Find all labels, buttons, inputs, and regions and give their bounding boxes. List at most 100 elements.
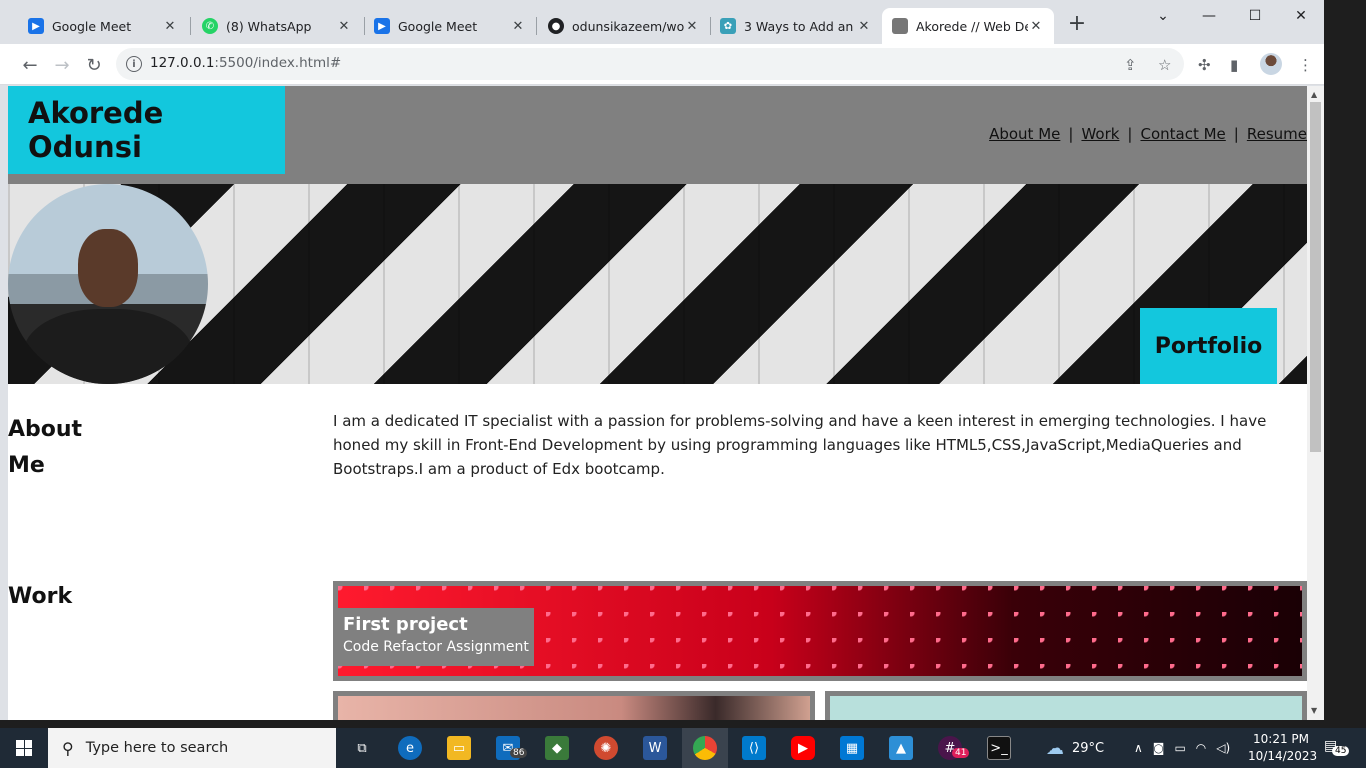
volume-icon[interactable]: ◁) <box>1216 741 1230 755</box>
project-subtitle: Code Refactor Assignment <box>343 639 529 655</box>
minimize-icon[interactable]: — <box>1186 4 1232 28</box>
tab-title: 3 Ways to Add an Ir <box>744 18 856 34</box>
nav-separator: | <box>1233 125 1239 143</box>
google-meet-icon: ▶ <box>374 18 390 34</box>
url-text[interactable]: 127.0.0.1:5500/index.html# <box>150 55 341 71</box>
weather-widget[interactable]: ☁ 29°C <box>1046 728 1104 768</box>
close-tab-icon[interactable]: ✕ <box>336 18 352 34</box>
side-panel-icon[interactable]: ▮ <box>1230 56 1238 74</box>
portfolio-badge: Portfolio <box>1140 308 1277 384</box>
url-host: 127.0.0.1 <box>150 55 215 71</box>
system-tray: ∧ ◙ ▭ ◠ ◁) <box>1134 728 1230 768</box>
url-path: :5500/index.html# <box>214 55 342 71</box>
nav-about-me[interactable]: About Me <box>989 125 1060 143</box>
reload-icon[interactable]: ↻ <box>81 52 107 78</box>
tab-title: odunsikazeem/work <box>572 18 684 34</box>
store-icon[interactable]: ▦ <box>840 736 864 760</box>
project-card-third[interactable] <box>825 691 1307 720</box>
project-card-first[interactable]: First project Code Refactor Assignment <box>333 581 1307 681</box>
chrome-icon[interactable] <box>693 736 717 760</box>
nav-contact-me[interactable]: Contact Me <box>1140 125 1225 143</box>
nav-separator: | <box>1068 125 1074 143</box>
menu-kebab-icon[interactable]: ⋮ <box>1298 56 1313 74</box>
meet-now-icon[interactable]: ◙ <box>1153 741 1165 755</box>
edge-icon[interactable]: e <box>398 736 422 760</box>
scroll-up-icon[interactable]: ▲ <box>1311 90 1317 99</box>
forward-arrow-icon[interactable]: → <box>49 52 75 78</box>
portrait-head <box>78 229 138 307</box>
close-tab-icon[interactable]: ✕ <box>856 18 872 34</box>
close-tab-icon[interactable]: ✕ <box>1028 18 1044 34</box>
file-explorer-icon[interactable]: ▭ <box>447 736 471 760</box>
photos-icon[interactable]: ▲ <box>889 736 913 760</box>
windows-taskbar: ⚲ Type here to search ⧉ e ▭ ✉ 86 ◆ ✺ W ⟨⟩… <box>0 728 1366 768</box>
tab-github[interactable]: ● odunsikazeem/work ✕ <box>538 8 710 44</box>
project-card-second[interactable] <box>333 691 815 720</box>
scroll-thumb[interactable] <box>1310 102 1321 452</box>
vscode-icon[interactable]: ⟨⟩ <box>742 736 766 760</box>
tab-separator <box>536 17 537 35</box>
start-button[interactable] <box>0 728 48 768</box>
browser-window: ▶ Google Meet ✕ ✆ (8) WhatsApp ✕ ▶ Googl… <box>0 0 1324 720</box>
tab-portfolio-active[interactable]: Akorede // Web De ✕ <box>882 8 1054 44</box>
work-heading: Work <box>8 584 73 609</box>
close-window-icon[interactable]: ✕ <box>1278 4 1324 28</box>
tab-title: (8) WhatsApp <box>226 18 312 34</box>
maximize-icon[interactable]: ☐ <box>1232 4 1278 28</box>
close-tab-icon[interactable]: ✕ <box>684 18 700 34</box>
tab-strip: ▶ Google Meet ✕ ✆ (8) WhatsApp ✕ ▶ Googl… <box>0 0 1324 44</box>
close-tab-icon[interactable]: ✕ <box>510 18 526 34</box>
about-text: I am a dedicated IT specialist with a pa… <box>333 412 1267 478</box>
taskbar-search[interactable]: ⚲ Type here to search <box>48 728 336 768</box>
task-view-icon[interactable]: ⧉ <box>350 736 374 760</box>
tray-chevron-icon[interactable]: ∧ <box>1134 741 1143 755</box>
bookmark-star-icon[interactable]: ☆ <box>1158 56 1171 74</box>
tab-title: Google Meet <box>398 18 478 34</box>
profile-avatar[interactable] <box>1260 53 1282 75</box>
share-icon[interactable]: ⇪ <box>1124 56 1137 74</box>
back-arrow-icon[interactable]: ← <box>17 52 43 78</box>
tab-search-icon[interactable]: ⌄ <box>1140 4 1186 28</box>
tab-whatsapp[interactable]: ✆ (8) WhatsApp ✕ <box>192 8 362 44</box>
project-title: First project <box>343 614 468 635</box>
site-info-icon[interactable]: i <box>126 56 142 72</box>
whatsapp-icon: ✆ <box>202 18 218 34</box>
browser-toolbar: ← → ↻ i 127.0.0.1:5500/index.html# ⇪ ☆ ✣… <box>0 44 1324 85</box>
close-tab-icon[interactable]: ✕ <box>162 18 178 34</box>
cloud-icon: ☁ <box>1046 737 1064 759</box>
battery-icon[interactable]: ▭ <box>1174 741 1185 755</box>
tab-wikihow[interactable]: ✿ 3 Ways to Add an Ir ✕ <box>710 8 882 44</box>
github-icon: ● <box>548 18 564 34</box>
mail-icon[interactable]: ✉ 86 <box>496 736 528 760</box>
tab-google-meet-1[interactable]: ▶ Google Meet ✕ <box>18 8 188 44</box>
word-icon[interactable]: W <box>643 736 667 760</box>
clock-time: 10:21 PM <box>1253 732 1309 746</box>
about-heading: About Me <box>8 417 83 478</box>
address-bar[interactable]: i 127.0.0.1:5500/index.html# ⇪ ☆ <box>116 48 1184 80</box>
site-nav: About Me | Work | Contact Me | Resume <box>989 125 1307 143</box>
new-tab-icon[interactable]: + <box>1066 13 1088 36</box>
scroll-down-icon[interactable]: ▼ <box>1311 706 1317 715</box>
clock-date: 10/14/2023 <box>1248 749 1318 763</box>
nav-separator: | <box>1127 125 1133 143</box>
search-icon: ⚲ <box>62 738 74 758</box>
wifi-icon[interactable]: ◠ <box>1196 741 1206 755</box>
extensions-icon[interactable]: ✣ <box>1198 56 1211 74</box>
clock[interactable]: 10:21 PM 10/14/2023 <box>1248 731 1318 765</box>
slack-icon[interactable]: #41 <box>938 736 970 760</box>
tab-google-meet-2[interactable]: ▶ Google Meet ✕ <box>364 8 536 44</box>
terminal-icon[interactable]: >_ <box>987 736 1011 760</box>
app-icon[interactable]: ✺ <box>594 736 618 760</box>
nav-work[interactable]: Work <box>1081 125 1119 143</box>
notification-center-icon[interactable]: ▤ 45 <box>1324 738 1350 756</box>
editor-background <box>1324 0 1366 720</box>
page-scrollbar[interactable]: ▲ ▼ <box>1307 86 1324 720</box>
nav-resume[interactable]: Resume <box>1247 125 1307 143</box>
tab-separator <box>190 17 191 35</box>
search-placeholder: Type here to search <box>85 740 229 756</box>
weather-temp: 29°C <box>1072 740 1105 756</box>
git-tool-icon[interactable]: ◆ <box>545 736 569 760</box>
tab-title: Google Meet <box>52 18 132 34</box>
youtube-icon[interactable]: ▶ <box>791 736 815 760</box>
page-viewport: Akorede Odunsi About Me | Work | Contact… <box>8 86 1307 720</box>
